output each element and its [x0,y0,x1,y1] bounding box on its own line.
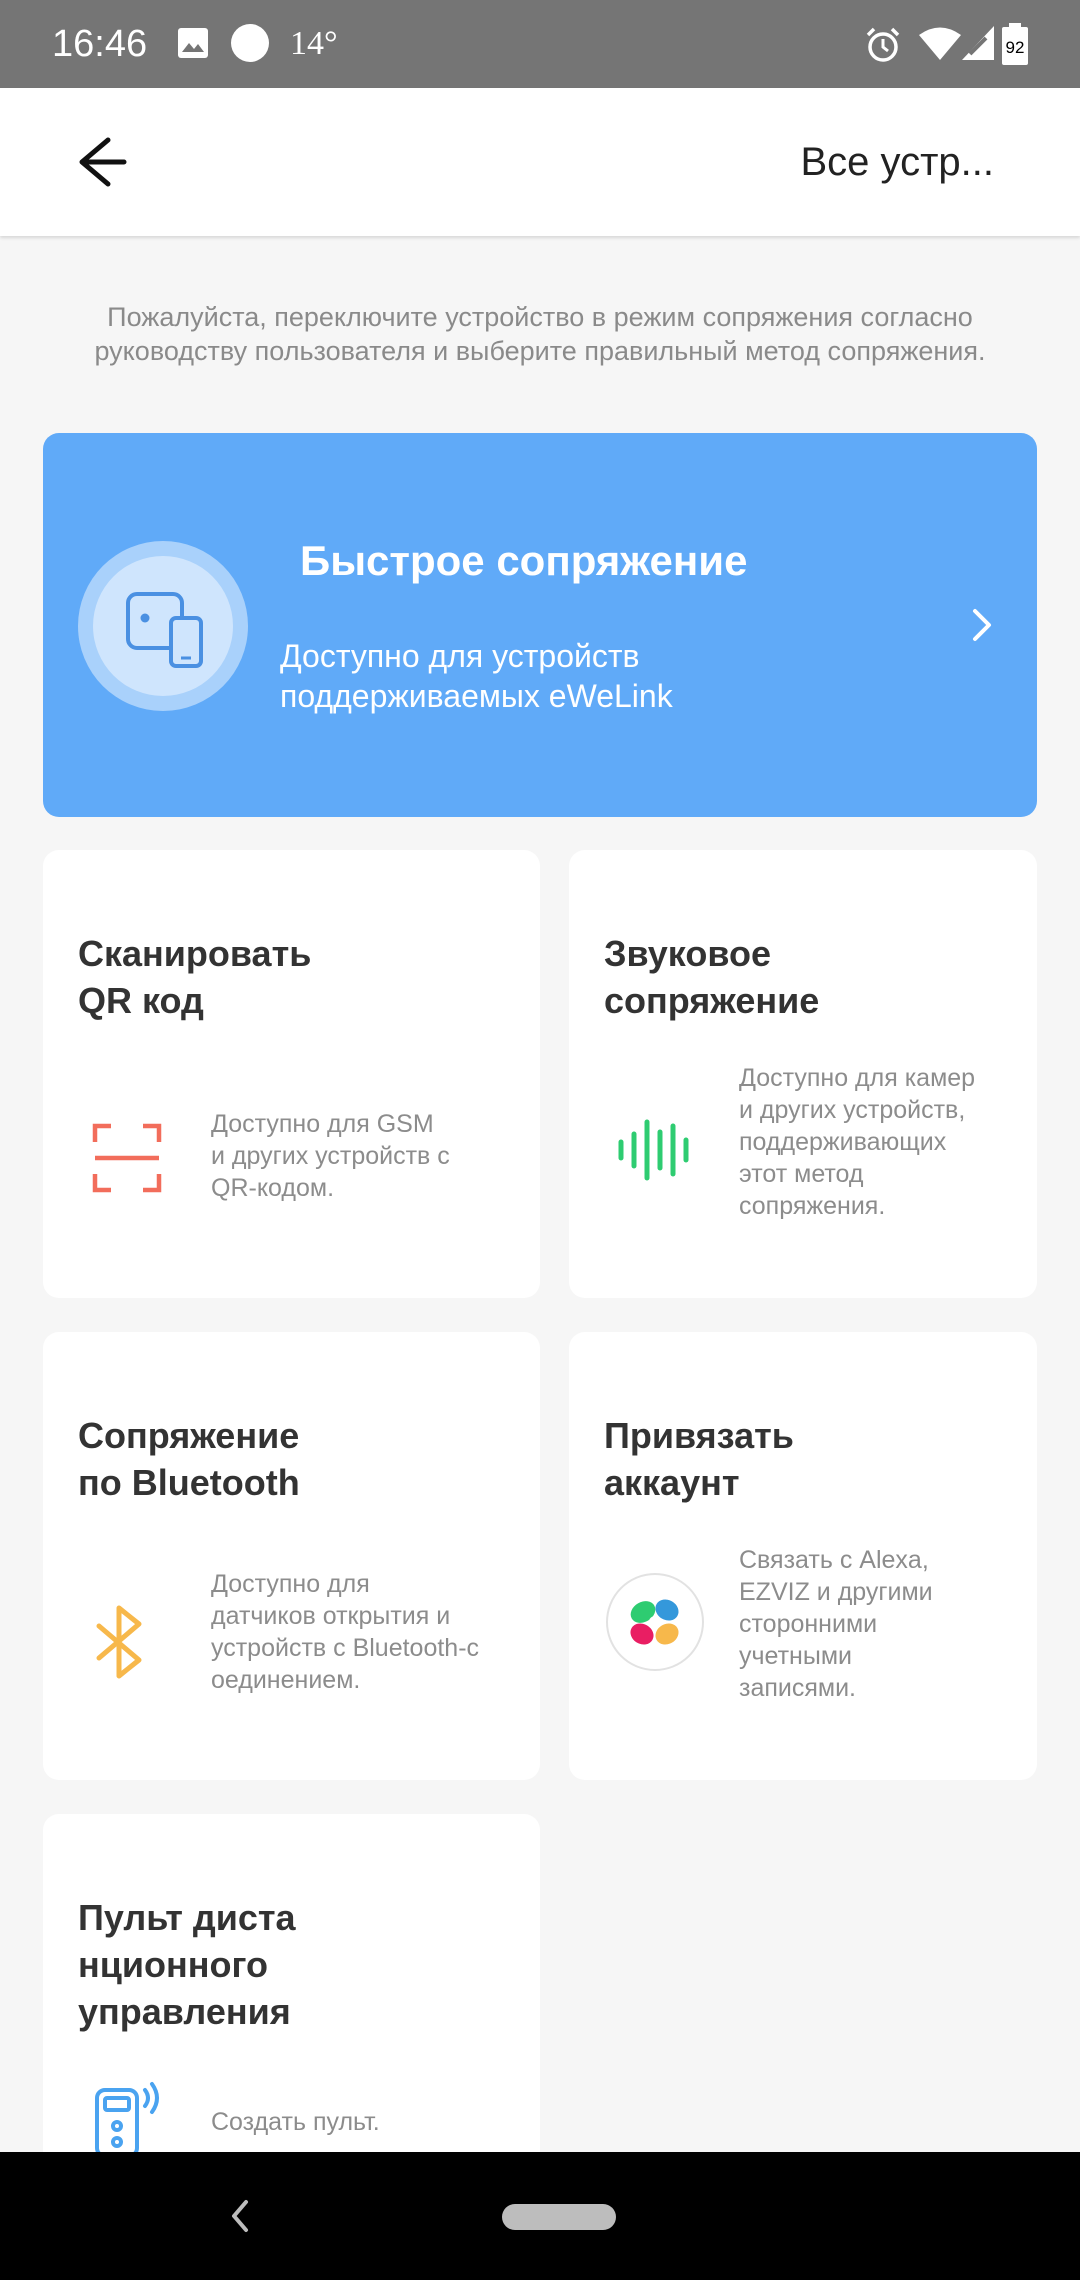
card-description: Доступно для GSM и других устройств с QR… [211,1108,531,1204]
battery-icon: 92 [1002,23,1028,65]
remote-control-icon [95,2082,159,2158]
back-button[interactable] [62,128,140,196]
card-title-line: QR код [78,980,204,1021]
card-desc-line: Связать с Alexa, [739,1546,929,1574]
intro-text: Пожалуйста, переключите устройство в реж… [40,300,1040,368]
quick-pairing-desc-line: Доступно для устройств [280,638,640,674]
bluetooth-pairing-card[interactable]: Сопряжение по Bluetooth Доступно для дат… [43,1332,540,1780]
card-title: Звуковое сопряжение [604,930,1044,1024]
card-desc-line: EZVIZ и другими [739,1578,933,1606]
intro-line: руководству пользователя и выберите прав… [94,336,986,366]
card-desc-line: сопряжения. [739,1192,886,1220]
alarm-icon [866,27,900,62]
arrow-left-icon [79,137,127,187]
circle-icon [231,24,269,62]
status-time: 16:46 [52,23,148,65]
battery-level: 92 [1006,38,1025,57]
image-icon [178,28,208,58]
card-description: Доступно для камер и других устройств, п… [739,1062,1029,1222]
nav-back-icon[interactable] [228,2196,252,2236]
status-bar: 16:46 14° 92 [0,0,1080,88]
card-desc-line: и других устройств, [739,1096,966,1124]
scan-qr-card[interactable]: Сканировать QR код Доступно для GSM и др… [43,850,540,1298]
card-description: Связать с Alexa, EZVIZ и другими сторонн… [739,1544,1029,1704]
card-title-line: сопряжение [604,980,820,1021]
card-desc-line: Создать пульт. [211,2108,380,2136]
quick-pairing-desc-line: поддерживаемых eWeLink [280,678,673,714]
quick-pairing-icon-badge [78,541,248,711]
card-desc-line: Доступно для камер [739,1064,976,1092]
card-desc-line: Доступно для [211,1570,370,1598]
card-desc-line: этот метод [739,1160,864,1188]
card-title-line: Сопряжение [78,1415,300,1456]
sound-wave-icon [618,1119,689,1181]
qr-scan-icon [92,1123,162,1193]
quick-pairing-title: Быстрое сопряжение [300,537,748,584]
card-description: Доступно для датчиков открытия и устройс… [211,1568,531,1696]
card-title: Пульт диста нционного управления [78,1894,518,2035]
card-title-line: Звуковое [604,933,772,974]
quick-pairing-description: Доступно для устройств поддерживаемых eW… [280,636,840,716]
card-title-line: Привязать [604,1415,794,1456]
card-title-line: нционного [78,1944,268,1985]
quick-pairing-card[interactable]: Быстрое сопряжение Доступно для устройст… [43,433,1037,817]
card-title: Сопряжение по Bluetooth [78,1412,518,1506]
card-desc-line: и других устройств с [211,1142,450,1170]
card-title-line: по Bluetooth [78,1462,300,1503]
signal-icon [962,26,994,60]
card-desc-line: датчиков открытия и [211,1602,451,1630]
sound-pairing-card[interactable]: Звуковое сопряжение Доступно для камер и… [569,850,1037,1298]
link-account-card[interactable]: Привязать аккаунт Связать с Alexa, EZVIZ… [569,1332,1037,1780]
card-description: Создать пульт. [211,2106,531,2138]
card-desc-line: поддерживающих [739,1128,947,1156]
card-desc-line: оединением. [211,1666,361,1694]
devices-icon [126,592,203,668]
nav-home-pill[interactable] [502,2204,616,2230]
card-title-line: Сканировать [78,933,312,974]
chevron-right-icon [973,609,991,641]
all-devices-link[interactable]: Все устр... [801,136,995,188]
card-desc-line: записями. [739,1674,857,1702]
navigation-bar [0,2152,1080,2280]
card-desc-line: Доступно для GSM [211,1110,434,1138]
account-link-icon [606,1573,704,1671]
card-desc-line: сторонними [739,1610,878,1638]
card-title-line: Пульт диста [78,1897,296,1938]
intro-line: Пожалуйста, переключите устройство в реж… [107,302,973,332]
card-desc-line: устройств с Bluetooth-с [211,1634,480,1662]
card-title: Привязать аккаунт [604,1412,1044,1506]
card-title: Сканировать QR код [78,930,518,1024]
card-desc-line: QR-кодом. [211,1174,335,1202]
app-header: Все устр... [0,88,1080,236]
card-title-line: аккаунт [604,1462,740,1503]
wifi-icon [919,27,961,60]
card-title-line: управления [78,1991,291,2032]
card-desc-line: учетными [739,1642,852,1670]
remote-control-card[interactable]: Пульт диста нционного управления Создать… [43,1814,540,2174]
status-temperature: 14° [290,25,338,62]
bluetooth-icon [96,1605,142,1679]
